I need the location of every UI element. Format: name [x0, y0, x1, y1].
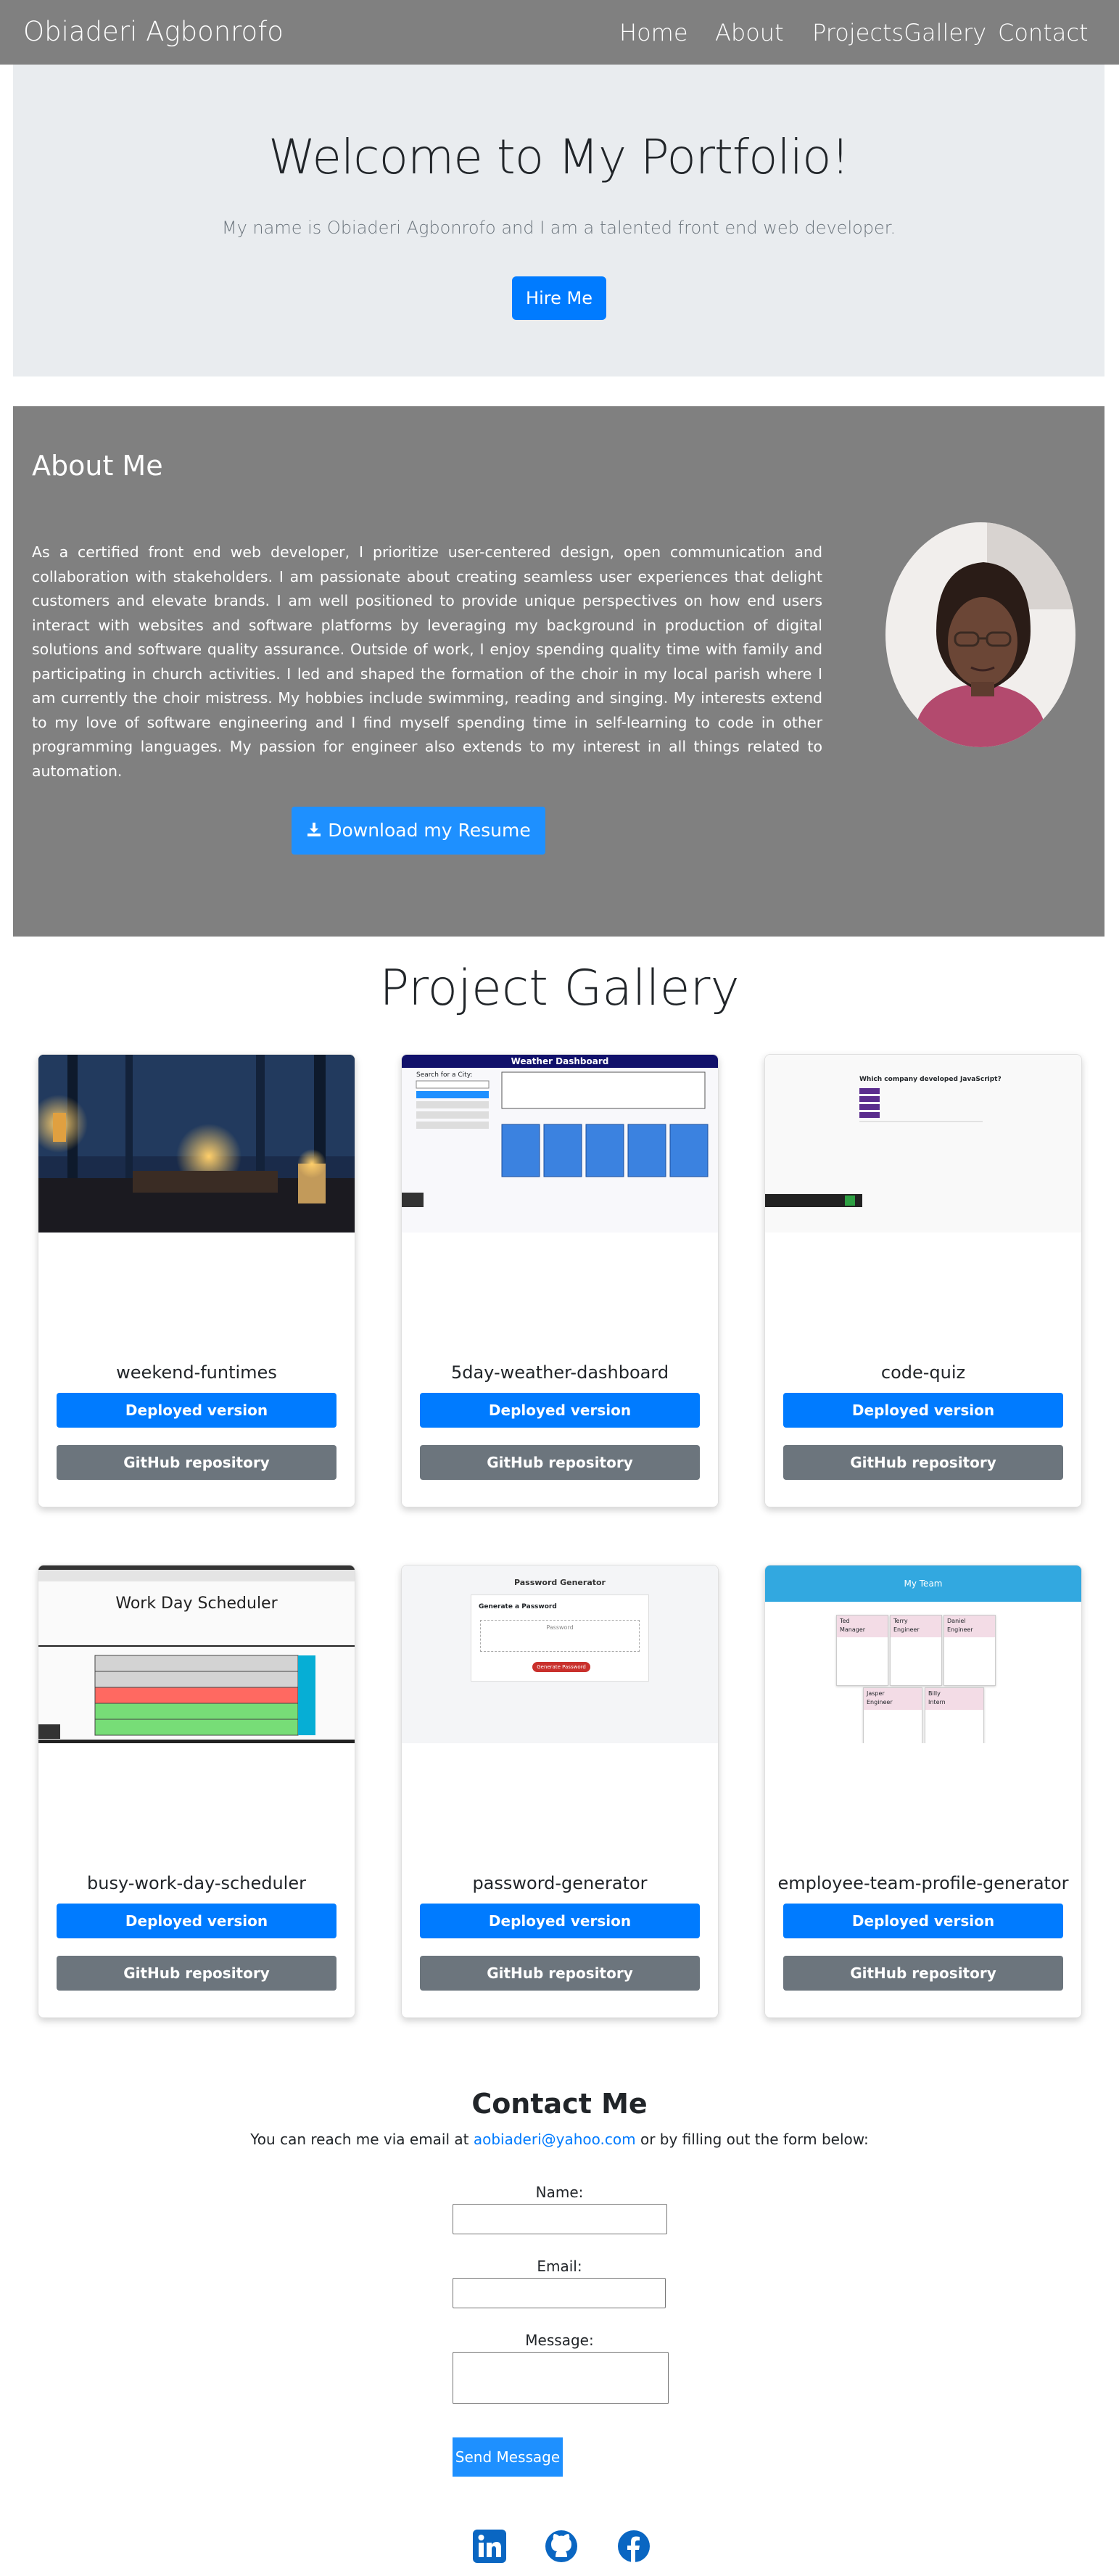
brand-link[interactable]: Obiaderi Agbonrofo	[23, 15, 284, 49]
thumb-member-role: Engineer	[867, 1699, 893, 1705]
thumb-member-name: Jasper	[867, 1690, 885, 1697]
thumb-member-name: Billy	[928, 1690, 941, 1697]
download-icon	[306, 807, 322, 855]
navbar: Obiaderi Agbonrofo Home About ProjectsGa…	[0, 0, 1119, 65]
facebook-icon[interactable]	[617, 2530, 651, 2563]
nav-about[interactable]: About	[715, 17, 784, 48]
thumb-team-card: Terry Engineer	[890, 1615, 942, 1686]
contact-intro-text-end: or by filling out the form below:	[635, 2131, 869, 2148]
contact-heading: Contact Me	[471, 2088, 648, 2120]
message-label: Message:	[525, 2332, 594, 2349]
deployed-version-button[interactable]: Deployed version	[420, 1393, 700, 1428]
send-message-button[interactable]: Send Message	[453, 2437, 563, 2477]
about-text: As a certified front end web developer, …	[32, 543, 822, 780]
thumb-generate-button: Generate Password	[532, 1662, 590, 1672]
project-title: busy-work-day-scheduler	[87, 1873, 306, 1893]
thumb-member-name: Ted	[840, 1618, 850, 1624]
nav-home[interactable]: Home	[619, 17, 688, 48]
project-title: 5day-weather-dashboard	[450, 1362, 669, 1383]
nav-projects-gallery[interactable]: ProjectsGallery	[812, 17, 986, 48]
thumb-member-role: Engineer	[893, 1626, 920, 1633]
project-card: My Team Ted Manager Terry Engineer Daniel E…	[764, 1565, 1082, 2018]
thumb-team-card: Billy Intern	[925, 1687, 984, 1743]
hero-jumbotron: Welcome to My Portfolio! My name is Obia…	[13, 65, 1104, 376]
thumb-title: Password Generator	[513, 1578, 606, 1587]
name-label: Name:	[535, 2184, 584, 2201]
email-input[interactable]	[453, 2278, 666, 2308]
thumb-member-role: Engineer	[947, 1626, 973, 1633]
hero-lead: My name is Obiaderi Agbonrofo and I am a…	[221, 218, 896, 238]
thumb-member-role: Manager	[840, 1626, 866, 1633]
project-title: employee-team-profile-generator	[777, 1873, 1069, 1893]
profile-photo	[885, 522, 1075, 747]
email-link[interactable]: aobiaderi@yahoo.com	[474, 2131, 636, 2148]
github-repository-button[interactable]: GitHub repository	[420, 1445, 700, 1480]
gallery-title: Project Gallery	[379, 960, 740, 1017]
project-screenshot: Work Day Scheduler	[38, 1565, 355, 1743]
github-icon[interactable]	[545, 2530, 578, 2563]
hire-me-button[interactable]: Hire Me	[512, 276, 606, 320]
contact-intro: You can reach me via email at aobiaderi@…	[0, 2128, 1119, 2150]
thumb-card: Generate a Password Password Generate Pa…	[471, 1594, 649, 1682]
download-resume-button[interactable]: Download my Resume	[292, 807, 545, 855]
thumb-member-name: Terry	[893, 1618, 908, 1624]
deployed-version-button[interactable]: Deployed version	[57, 1393, 336, 1428]
message-textarea[interactable]	[453, 2352, 669, 2404]
thumb-team-card: Ted Manager	[836, 1615, 888, 1686]
project-screenshot	[38, 1055, 355, 1233]
github-repository-button[interactable]: GitHub repository	[57, 1445, 336, 1480]
project-title: password-generator	[472, 1873, 648, 1893]
thumb-team-card: Daniel Engineer	[943, 1615, 996, 1686]
thumb-header: My Team	[765, 1565, 1081, 1602]
project-screenshot: Weather Dashboard Search for a City:	[402, 1055, 718, 1233]
thumb-password-field: Password	[480, 1620, 640, 1652]
nav-contact[interactable]: Contact	[998, 17, 1089, 48]
name-input[interactable]	[453, 2204, 667, 2234]
project-screenshot: Which company developed JavaScript?	[765, 1055, 1081, 1233]
github-repository-button[interactable]: GitHub repository	[783, 1956, 1063, 1991]
github-repository-button[interactable]: GitHub repository	[783, 1445, 1063, 1480]
project-card: weekend-funtimes Deployed version GitHub…	[38, 1054, 355, 1507]
project-card: Work Day Scheduler busy-work-day-schedul…	[38, 1565, 355, 2018]
project-title: weekend-funtimes	[116, 1362, 277, 1383]
linkedin-icon[interactable]	[473, 2530, 506, 2563]
project-screenshot: My Team Ted Manager Terry Engineer Daniel E…	[765, 1565, 1081, 1743]
project-screenshot: Password Generator Generate a Password P…	[402, 1565, 718, 1743]
deployed-version-button[interactable]: Deployed version	[420, 1904, 700, 1938]
hero-title: Welcome to My Portfolio!	[268, 129, 850, 185]
download-resume-label: Download my Resume	[328, 820, 531, 841]
about-section: About Me As a certified front end web de…	[13, 406, 1104, 937]
project-card: Which company developed JavaScript? code…	[764, 1054, 1082, 1507]
about-heading: About Me	[32, 450, 163, 482]
github-repository-button[interactable]: GitHub repository	[57, 1956, 336, 1991]
project-card: Weather Dashboard Search for a City: 5da…	[401, 1054, 719, 1507]
deployed-version-button[interactable]: Deployed version	[57, 1904, 336, 1938]
email-label: Email:	[537, 2258, 582, 2275]
thumb-member-name: Daniel	[947, 1618, 966, 1624]
github-repository-button[interactable]: GitHub repository	[420, 1956, 700, 1991]
contact-intro-text: You can reach me via email at	[250, 2131, 474, 2148]
thumb-card-title: Generate a Password	[479, 1603, 557, 1610]
project-card: Password Generator Generate a Password P…	[401, 1565, 719, 2018]
thumb-team-card: Jasper Engineer	[863, 1687, 922, 1743]
project-title: code-quiz	[880, 1362, 966, 1383]
deployed-version-button[interactable]: Deployed version	[783, 1393, 1063, 1428]
deployed-version-button[interactable]: Deployed version	[783, 1904, 1063, 1938]
thumb-member-role: Intern	[928, 1699, 946, 1705]
